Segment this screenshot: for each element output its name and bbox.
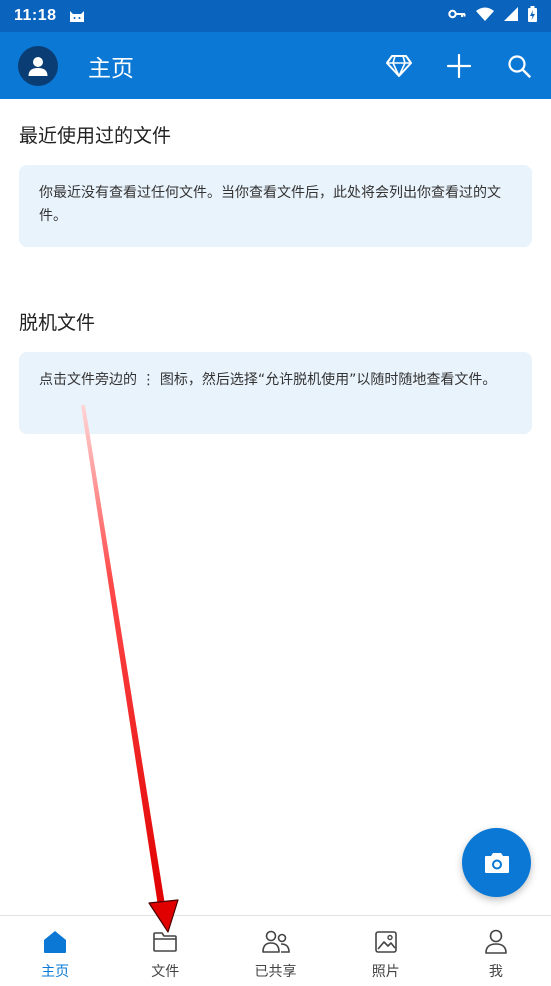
people-icon <box>261 930 290 953</box>
photo-icon <box>374 931 397 953</box>
person-icon <box>485 929 507 954</box>
plus-icon <box>447 53 471 78</box>
cat-notification-icon <box>69 9 85 23</box>
search-icon <box>508 54 531 78</box>
camera-icon <box>484 852 509 873</box>
nav-label-me: 我 <box>488 964 503 980</box>
nav-label-shared: 已共享 <box>254 964 297 980</box>
wifi-icon <box>476 7 494 26</box>
offline-files-message: 点击文件旁边的 ⋮ 图标，然后选择“允许脱机使用”以随时随地查看文件。 <box>39 372 497 388</box>
account-icon <box>28 56 48 76</box>
home-icon <box>44 931 67 953</box>
offline-files-heading: 脱机文件 <box>19 312 96 334</box>
nav-item-home[interactable]: 主页 <box>0 916 110 986</box>
nav-item-files[interactable]: 文件 <box>110 916 220 986</box>
diamond-icon <box>386 54 412 77</box>
camera-scan-button[interactable] <box>462 828 531 897</box>
app-bar: 主页 <box>0 32 551 99</box>
status-time: 11:18 <box>14 7 57 24</box>
nav-label-photos: 照片 <box>371 964 400 980</box>
premium-diamond-button[interactable] <box>385 52 413 80</box>
offline-files-hint-card: 点击文件旁边的 ⋮ 图标，然后选择“允许脱机使用”以随时随地查看文件。 <box>19 352 532 434</box>
nav-item-photos[interactable]: 照片 <box>331 916 441 986</box>
folder-icon <box>153 932 178 952</box>
vpn-key-icon <box>448 7 466 25</box>
nav-label-files: 文件 <box>151 964 180 980</box>
bottom-nav: 主页 文件 已共享 照片 我 <box>0 915 551 986</box>
signal-icon <box>504 6 518 26</box>
search-button[interactable] <box>505 52 533 80</box>
recent-files-message: 你最近没有查看过任何文件。当你查看文件后，此处将会列出你查看过的文件。 <box>39 185 501 224</box>
status-bar: 11:18 <box>0 0 551 32</box>
nav-item-shared[interactable]: 已共享 <box>220 916 330 986</box>
nav-item-me[interactable]: 我 <box>441 916 551 986</box>
nav-label-home: 主页 <box>41 964 70 980</box>
battery-charging-icon <box>528 5 537 27</box>
recent-files-empty-card: 你最近没有查看过任何文件。当你查看文件后，此处将会列出你查看过的文件。 <box>19 165 532 247</box>
add-button[interactable] <box>445 52 473 80</box>
avatar[interactable] <box>18 45 58 86</box>
page-title: 主页 <box>88 55 134 82</box>
recent-files-heading: 最近使用过的文件 <box>19 125 172 147</box>
